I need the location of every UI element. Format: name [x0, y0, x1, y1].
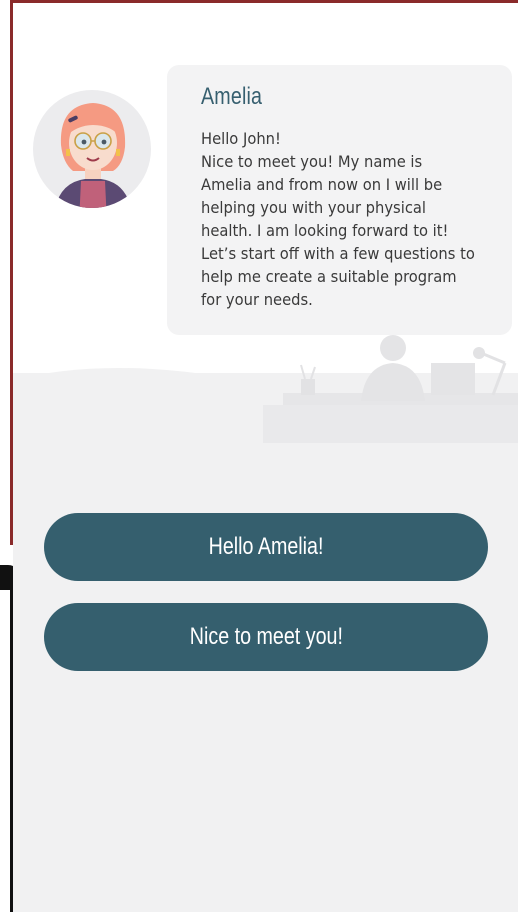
reply-hello-amelia-button[interactable]: Hello Amelia! — [44, 513, 488, 581]
assistant-message-text: Hello John! Nice to meet you! My name is… — [201, 129, 475, 309]
reply-nice-to-meet-you-label: Nice to meet you! — [189, 623, 343, 650]
chat-screen: Amelia Hello John! Nice to meet you! My … — [13, 3, 518, 912]
assistant-name: Amelia — [201, 83, 263, 110]
reply-nice-to-meet-you-button[interactable]: Nice to meet you! — [44, 603, 488, 671]
office-scene-illustration — [263, 335, 518, 443]
woman-with-glasses-avatar-icon — [33, 90, 151, 208]
device-bezel-inner — [0, 590, 10, 912]
assistant-message-bubble: Amelia Hello John! Nice to meet you! My … — [167, 65, 512, 335]
reply-hello-amelia-label: Hello Amelia! — [208, 533, 324, 560]
avatar — [33, 75, 151, 223]
